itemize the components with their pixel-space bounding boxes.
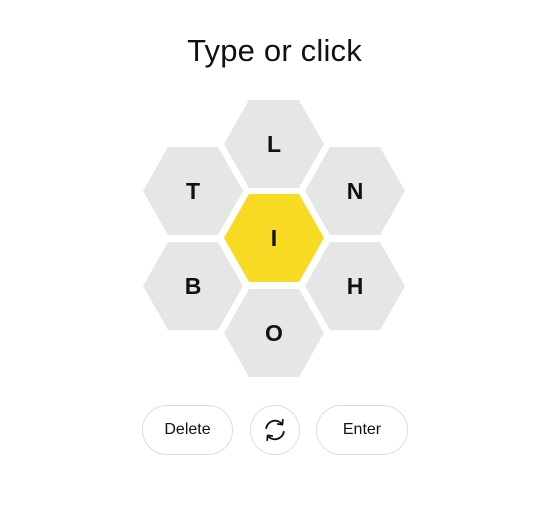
hive-cell-upper-right[interactable]: N (305, 147, 405, 235)
hive-cell-lower-left[interactable]: B (143, 242, 243, 330)
hive-cell-top[interactable]: L (224, 100, 324, 188)
hive-letter-upper-right: N (347, 178, 364, 204)
hive-letter-center: I (271, 225, 277, 251)
hive-letter-lower-left: B (185, 273, 202, 299)
hive-cell-lower-right[interactable]: H (305, 242, 405, 330)
hive-letter-top: L (267, 131, 281, 157)
enter-button[interactable]: Enter (316, 405, 408, 455)
hive-letter-upper-left: T (186, 178, 200, 204)
hive-letter-lower-right: H (347, 273, 364, 299)
hive-letter-bottom: O (265, 320, 283, 346)
shuffle-icon (262, 417, 288, 443)
shuffle-button[interactable] (250, 405, 300, 455)
hive-cell-upper-left[interactable]: T (143, 147, 243, 235)
delete-button[interactable]: Delete (142, 405, 233, 455)
hive-cell-center[interactable]: I (224, 194, 324, 282)
hive-cell-bottom[interactable]: O (224, 289, 324, 377)
